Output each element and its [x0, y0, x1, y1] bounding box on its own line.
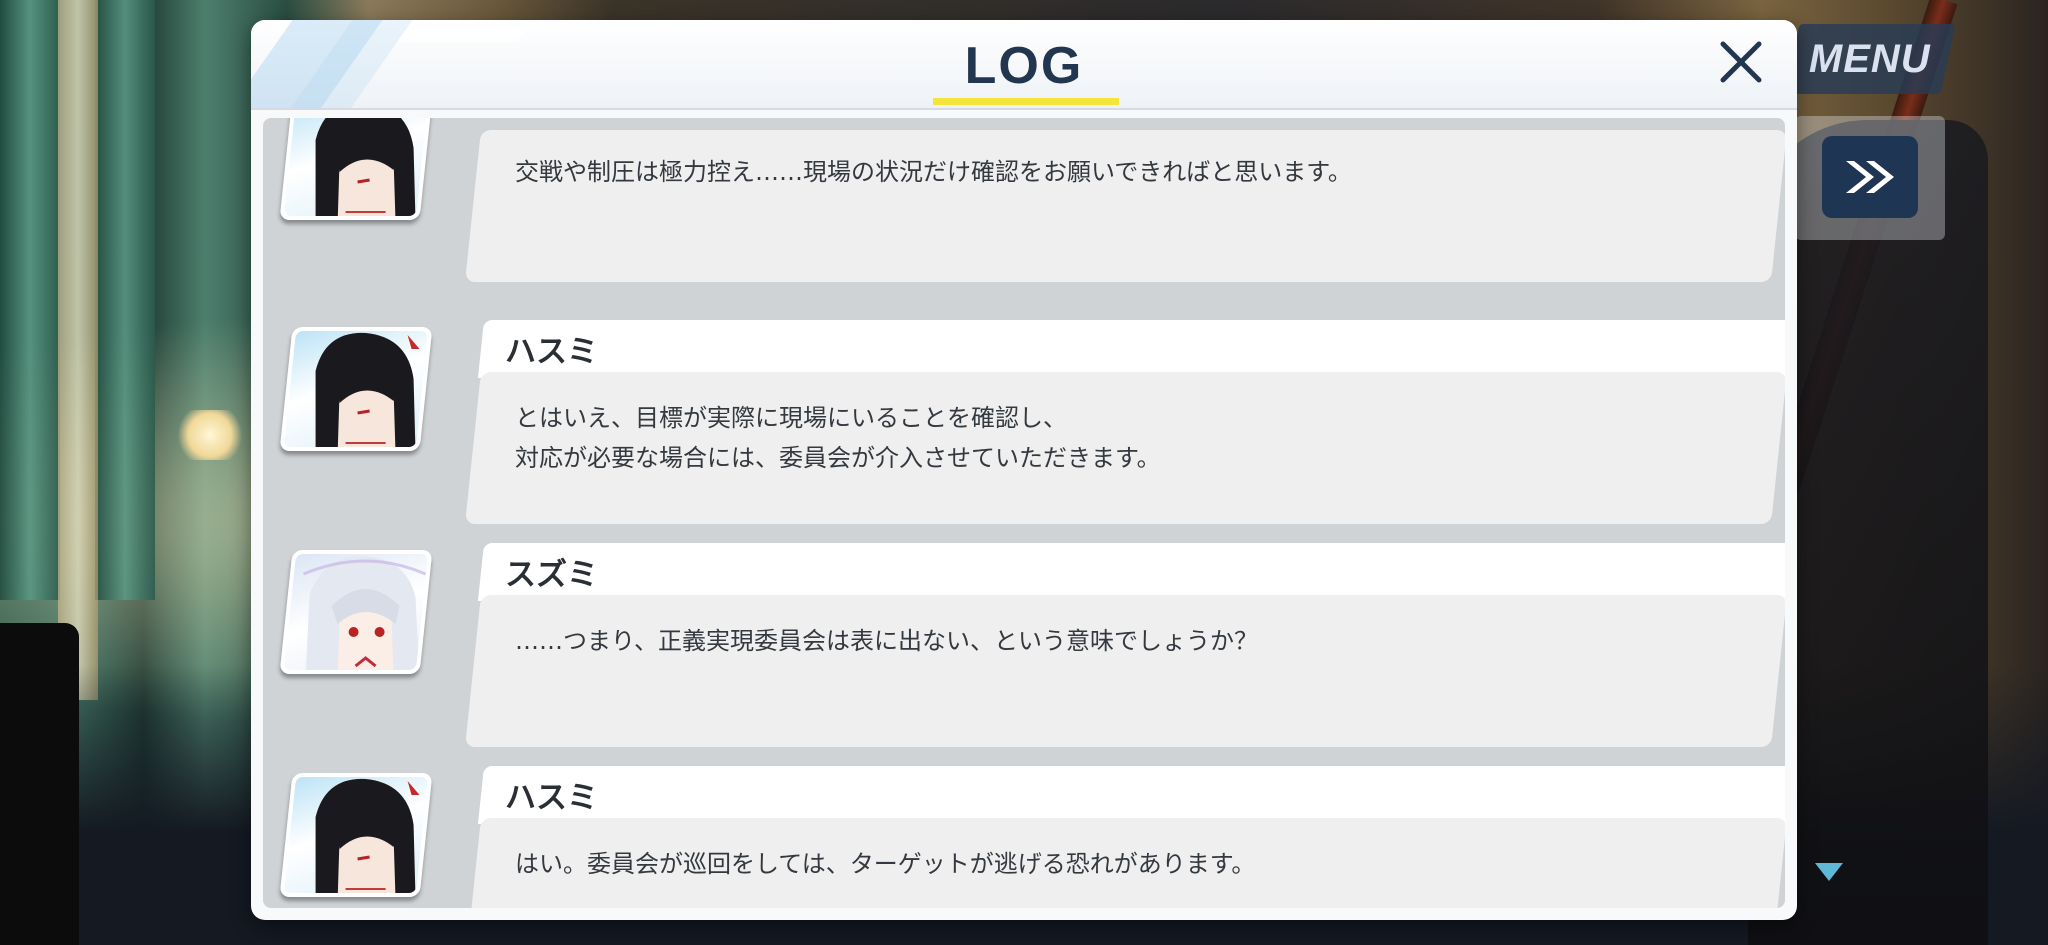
curtain-left	[0, 0, 60, 600]
dialogue-bubble	[465, 595, 1785, 747]
dialogue-line: はい。委員会が巡回をしては、ターゲットが逃げる恐れがあります。	[515, 850, 1256, 878]
hasumi-portrait	[315, 332, 420, 447]
pillar	[58, 0, 98, 700]
menu-button[interactable]: MENU	[1784, 24, 1956, 94]
speaker-name: ハスミ	[505, 334, 598, 370]
suzumi-portrait	[302, 555, 427, 670]
log-header: LOG	[251, 20, 1797, 110]
speaker-name-tab	[477, 543, 1785, 601]
close-icon	[1720, 41, 1762, 83]
log-scrollbar[interactable]	[1773, 118, 1781, 908]
log-list[interactable]: 交戦や制圧は極力控え……現場の状況だけ確認をお願いできればと思います。 ハスミ	[263, 118, 1785, 908]
fast-forward-button[interactable]	[1822, 136, 1918, 218]
down-triangle-icon	[1815, 863, 1843, 881]
left-dark-panel	[0, 623, 79, 945]
dialogue-line: 交戦や制圧は極力控え……現場の状況だけ確認をお願いできればと思います。	[515, 158, 1352, 186]
curtain-right	[95, 0, 155, 600]
dialogue-line: 対応が必要な場合には、委員会が介入させていただきます。	[515, 444, 1161, 472]
title-underline	[933, 98, 1119, 105]
speaker-name: ハスミ	[505, 780, 598, 816]
speaker-name-tab	[477, 320, 1785, 378]
fast-forward-icon	[1846, 161, 1894, 193]
speaker-name-tab	[477, 766, 1785, 824]
speaker-portrait	[279, 327, 433, 451]
dialogue-line: ……つまり、正義実現委員会は表に出ない、という意味でしょうか？	[515, 627, 1259, 655]
speaker-portrait	[279, 773, 433, 897]
dialogue-line: とはいえ、目標が実際に現場にいることを確認し、	[515, 404, 1067, 432]
speaker-portrait	[279, 550, 433, 674]
log-panel: LOG 交戦や制圧は極力控え……現場の状況だけ確認をお願いできればと思います。 …	[251, 20, 1797, 920]
close-button[interactable]	[1711, 32, 1771, 92]
hasumi-portrait	[315, 778, 420, 893]
lamp-glow	[175, 410, 245, 460]
menu-label: MENU	[1809, 36, 1931, 81]
speaker-portrait	[279, 118, 433, 220]
log-title: LOG	[964, 37, 1084, 95]
hasumi-portrait	[315, 118, 416, 216]
speaker-name: スズミ	[505, 557, 598, 593]
